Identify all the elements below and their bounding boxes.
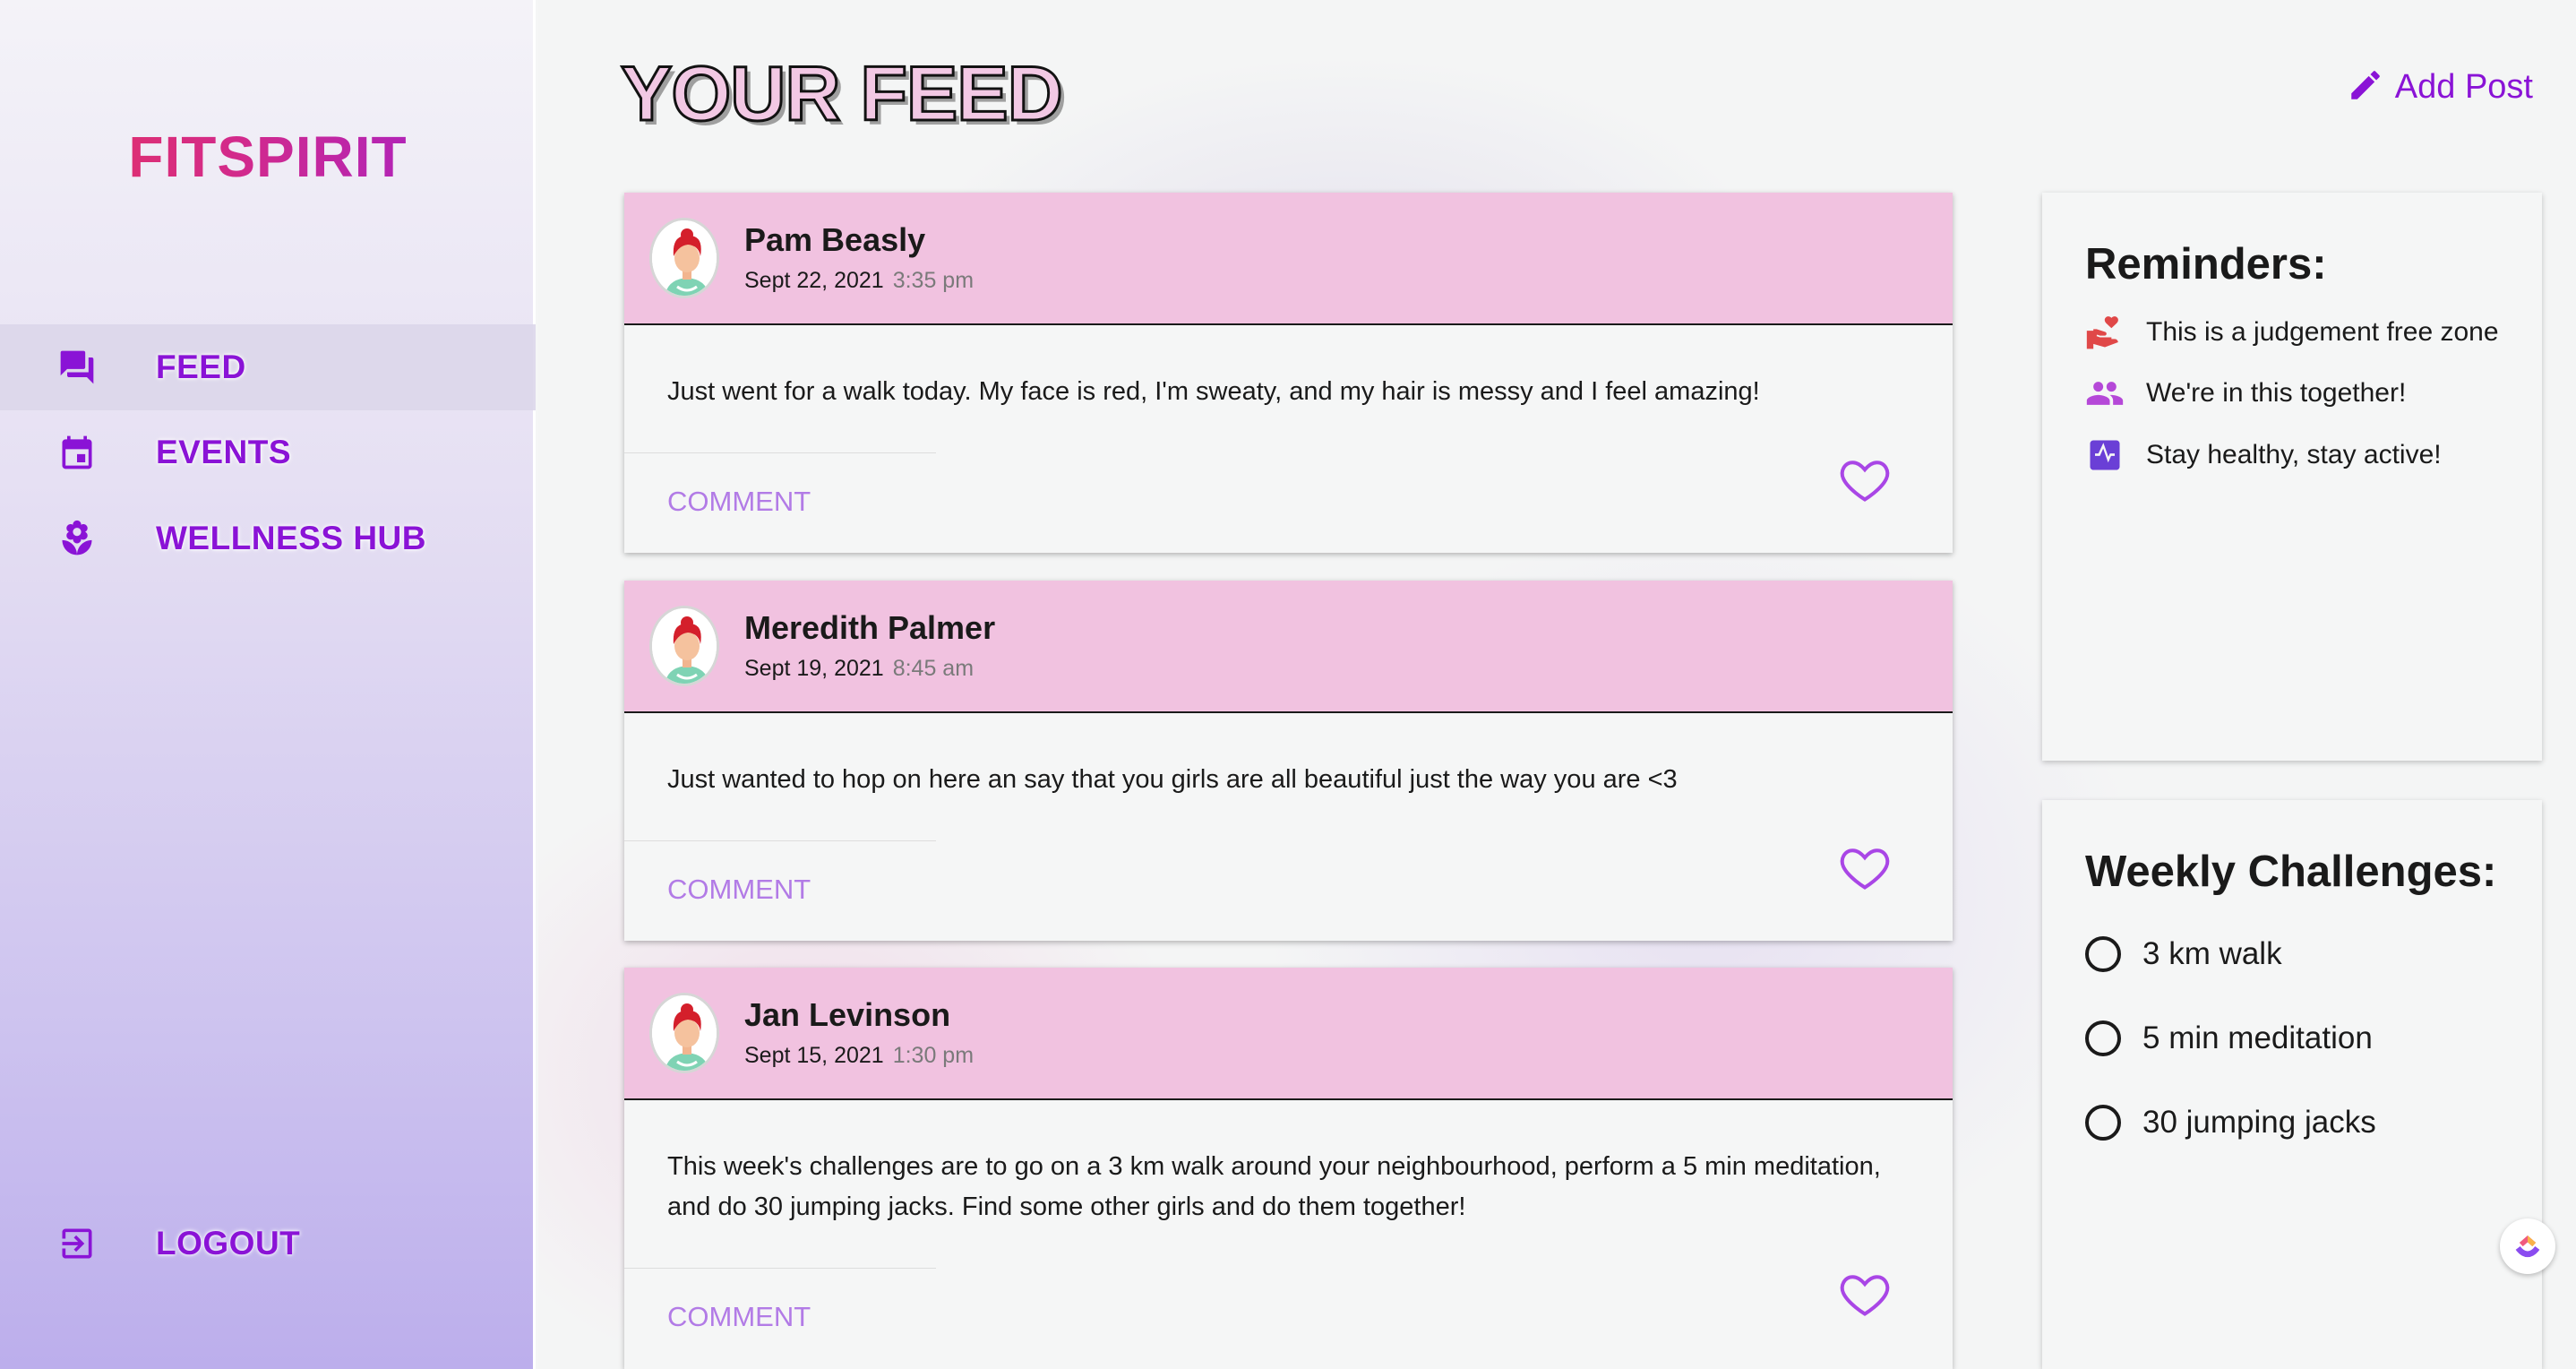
- chat-icon: [56, 346, 99, 389]
- post-date: Sept 19, 2021 8:45 am: [744, 656, 974, 682]
- heart-hand-icon: [2085, 313, 2125, 352]
- post-author[interactable]: Jan Levinson: [744, 996, 950, 1034]
- post-author[interactable]: Pam Beasly: [744, 221, 925, 259]
- challenge-item[interactable]: 3 km walk: [2085, 936, 2282, 972]
- post-date: Sept 15, 2021 1:30 pm: [744, 1043, 974, 1069]
- nav-label-feed: FEED: [156, 349, 246, 385]
- nav-item-events[interactable]: EVENTS: [0, 409, 536, 495]
- post-date: Sept 22, 2021 3:35 pm: [744, 268, 974, 294]
- flower-icon: [56, 517, 99, 560]
- post-author[interactable]: Meredith Palmer: [744, 609, 995, 647]
- challenge-label: 5 min meditation: [2142, 1020, 2373, 1055]
- challenges-panel: Weekly Challenges: 3 km walk 5 min medit…: [2042, 800, 2542, 1369]
- post-header: Meredith Palmer Sept 19, 2021 8:45 am: [624, 581, 1953, 713]
- post-date-text: Sept 22, 2021: [744, 268, 884, 293]
- reminders-panel: Reminders: This is a judgement free zone…: [2042, 193, 2542, 761]
- challenge-item[interactable]: 5 min meditation: [2085, 1020, 2373, 1056]
- reminder-item: Stay healthy, stay active!: [2085, 435, 2442, 475]
- post-card: Jan Levinson Sept 15, 2021 1:30 pm This w…: [624, 968, 1953, 1369]
- reminder-text: Stay healthy, stay active!: [2146, 440, 2442, 469]
- comment-button[interactable]: COMMENT: [667, 1301, 811, 1333]
- reminder-text: This is a judgement free zone: [2146, 317, 2499, 347]
- challenge-item[interactable]: 30 jumping jacks: [2085, 1105, 2376, 1141]
- challenge-radio[interactable]: [2085, 1020, 2121, 1056]
- avatar[interactable]: [649, 993, 719, 1073]
- app-logo[interactable]: FITSPIRIT: [0, 124, 536, 190]
- main-content: YOUR FEED Add Post Pam Beasly Sept 22, 2…: [538, 0, 2576, 1369]
- challenge-radio[interactable]: [2085, 1105, 2121, 1141]
- post-divider: [624, 840, 936, 841]
- post-body: Just wanted to hop on here an say that y…: [667, 765, 1678, 794]
- nav-label-wellness-hub: WELLNESS HUB: [156, 520, 426, 556]
- post-divider: [624, 452, 936, 453]
- challenge-label: 30 jumping jacks: [2142, 1105, 2376, 1140]
- page-title: YOUR FEED: [620, 50, 1065, 139]
- reminder-item: This is a judgement free zone: [2085, 313, 2499, 352]
- comment-button[interactable]: COMMENT: [667, 486, 811, 518]
- post-header: Jan Levinson Sept 15, 2021 1:30 pm: [624, 968, 1953, 1100]
- calendar-icon: [56, 431, 99, 474]
- post-card: Pam Beasly Sept 22, 2021 3:35 pm Just wen…: [624, 193, 1953, 553]
- post-time: 1:30 pm: [892, 1043, 975, 1068]
- post-body: This week's challenges are to go on a 3 …: [667, 1152, 1881, 1221]
- logout-icon: [56, 1222, 99, 1265]
- pulse-icon: [2085, 435, 2125, 475]
- reminder-text: We're in this together!: [2146, 378, 2407, 408]
- heart-icon[interactable]: [1836, 1267, 1893, 1321]
- post-header: Pam Beasly Sept 22, 2021 3:35 pm: [624, 193, 1953, 325]
- nav-item-feed[interactable]: FEED: [0, 324, 536, 410]
- avatar[interactable]: [649, 218, 719, 298]
- helper-widget-button[interactable]: [2500, 1218, 2555, 1274]
- challenge-radio[interactable]: [2085, 936, 2121, 972]
- logout-label: LOGOUT: [156, 1225, 301, 1261]
- reminder-item: We're in this together!: [2085, 374, 2406, 413]
- nav-label-events: EVENTS: [156, 434, 292, 470]
- avatar[interactable]: [649, 606, 719, 686]
- pencil-icon: [2347, 66, 2384, 108]
- heart-icon[interactable]: [1836, 840, 1893, 894]
- post-card: Meredith Palmer Sept 19, 2021 8:45 am Jus…: [624, 581, 1953, 941]
- add-post-label: Add Post: [2394, 68, 2533, 106]
- nav-item-wellness-hub[interactable]: WELLNESS HUB: [0, 495, 536, 581]
- comment-button[interactable]: COMMENT: [667, 874, 811, 906]
- post-date-text: Sept 19, 2021: [744, 656, 884, 681]
- logout-button[interactable]: LOGOUT: [0, 1201, 536, 1287]
- reminders-title: Reminders:: [2085, 240, 2327, 288]
- post-time: 3:35 pm: [892, 268, 975, 293]
- add-post-button[interactable]: Add Post: [2347, 66, 2533, 108]
- sidebar: FITSPIRIT FEED EVENTS WELLNESS HUB LOGOU…: [0, 0, 536, 1369]
- app-launcher-icon: [2510, 1227, 2546, 1267]
- post-date-text: Sept 15, 2021: [744, 1043, 884, 1068]
- challenge-label: 3 km walk: [2142, 936, 2282, 971]
- people-icon: [2085, 374, 2125, 413]
- post-divider: [624, 1268, 936, 1269]
- heart-icon[interactable]: [1836, 452, 1893, 506]
- challenges-title: Weekly Challenges:: [2085, 848, 2497, 896]
- post-body: Just went for a walk today. My face is r…: [667, 377, 1760, 406]
- post-time: 8:45 am: [892, 656, 975, 681]
